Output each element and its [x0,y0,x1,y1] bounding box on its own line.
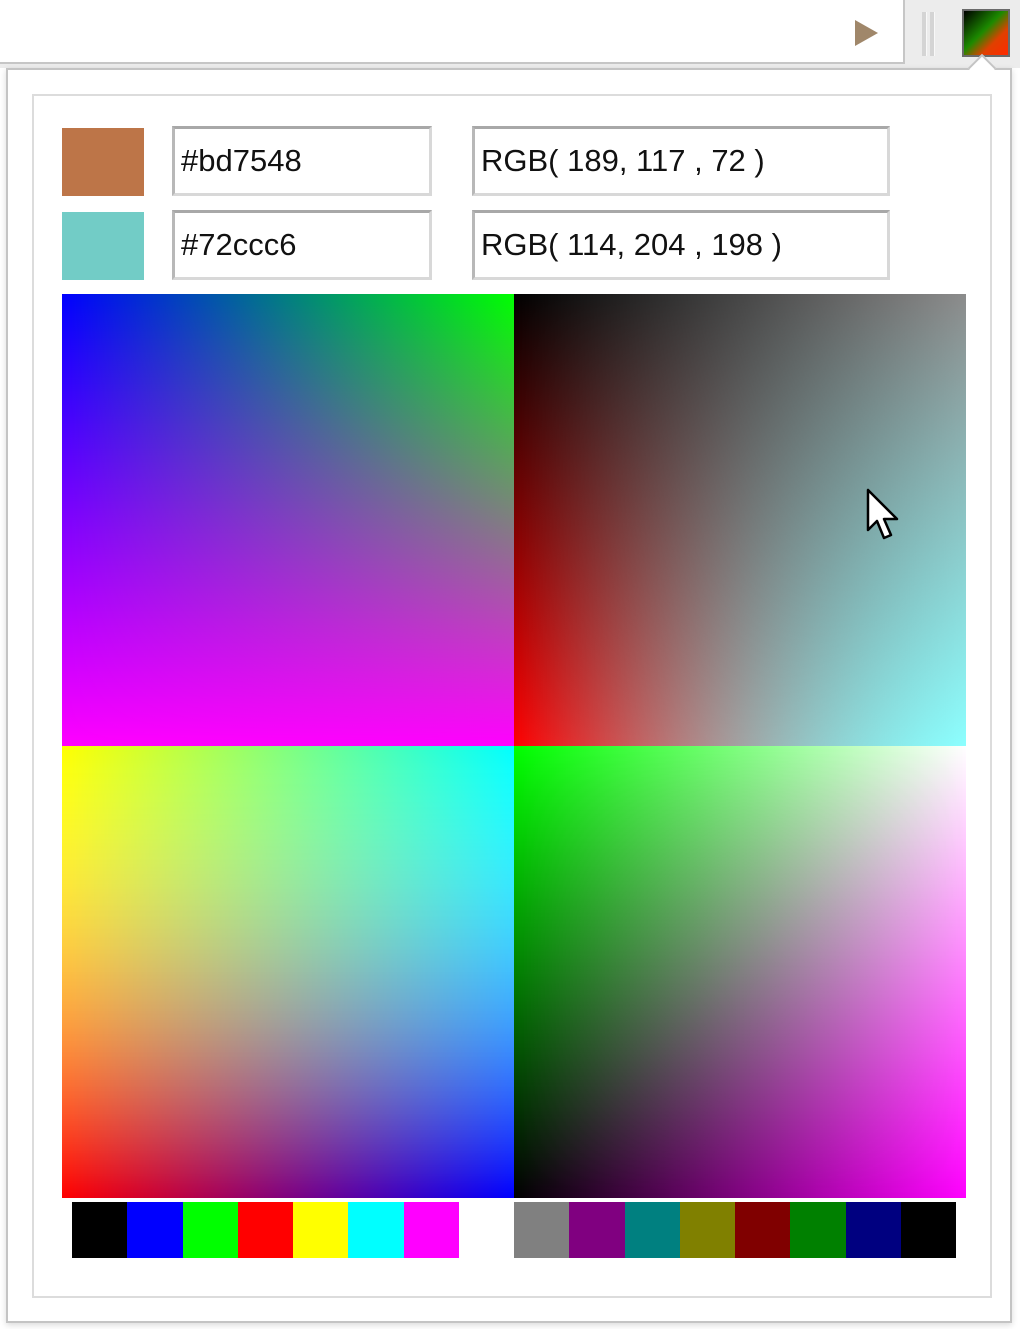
color-picker-popup: #bd7548 RGB( 189, 117 , 72 ) #72ccc6 RGB… [6,68,1012,1323]
color-picker-panel: #bd7548 RGB( 189, 117 , 72 ) #72ccc6 RGB… [32,94,992,1298]
color-picker-extension-button[interactable] [955,4,1017,62]
go-button[interactable] [846,14,886,52]
palette-color-chip[interactable] [458,1202,514,1258]
palette-color-chip[interactable] [624,1202,680,1258]
palette-color-chip[interactable] [182,1202,238,1258]
palette-color-chip[interactable] [900,1202,956,1258]
palette-color-chip[interactable] [845,1202,901,1258]
gradient-quadrant-green-magenta-bottom [514,746,966,1198]
color-palette [72,1202,956,1258]
primary-hex-field[interactable]: #bd7548 [172,126,432,196]
primary-color-swatch[interactable] [62,128,144,196]
palette-color-chip[interactable] [72,1202,128,1258]
palette-color-chip[interactable] [569,1202,625,1258]
primary-rgb-field[interactable]: RGB( 189, 117 , 72 ) [472,126,890,196]
palette-color-chip[interactable] [679,1202,735,1258]
secondary-hex-field[interactable]: #72ccc6 [172,210,432,280]
palette-color-chip[interactable] [735,1202,791,1258]
color-picker-icon [962,9,1010,57]
secondary-rgb-field[interactable]: RGB( 114, 204 , 198 ) [472,210,890,280]
secondary-color-swatch[interactable] [62,212,144,280]
color-gradient-picker[interactable] [62,294,966,1198]
palette-color-chip[interactable] [514,1202,570,1258]
palette-color-chip[interactable] [293,1202,349,1258]
gradient-quadrant-red-cyan[interactable] [514,294,966,746]
gradient-quadrant-blue-green[interactable] [62,294,514,746]
toolbar-grip-handle[interactable] [920,12,942,56]
palette-color-chip[interactable] [237,1202,293,1258]
palette-color-chip[interactable] [127,1202,183,1258]
browser-toolbar [0,0,1020,68]
palette-color-chip[interactable] [403,1202,459,1258]
address-bar[interactable] [0,0,905,64]
gradient-quadrant-yellow-blue-top [62,746,514,1198]
play-arrow-icon [852,18,880,48]
palette-color-chip[interactable] [348,1202,404,1258]
palette-color-chip[interactable] [790,1202,846,1258]
